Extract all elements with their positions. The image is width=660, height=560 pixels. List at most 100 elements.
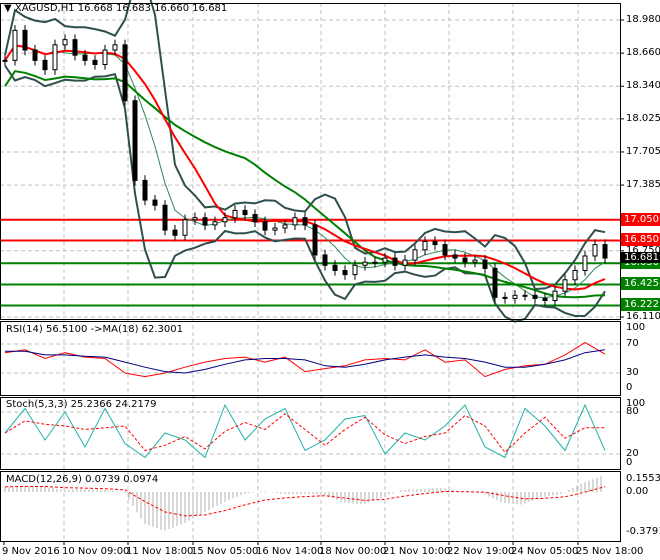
candle-body [582, 255, 588, 271]
candle-body [552, 290, 558, 301]
candle-body [272, 227, 278, 231]
time-axis-label: 10 Nov 09:00 [62, 546, 130, 557]
candle-body [522, 294, 528, 297]
candle-body [592, 244, 598, 257]
rsi-title: RSI(14) 56.5100 ->MA(18) 62.3001 [6, 324, 183, 335]
candle-body [422, 240, 428, 251]
time-axis-label: 18 Nov 00:00 [319, 546, 387, 557]
candle-body [532, 294, 538, 299]
candle-body [232, 209, 238, 219]
candle-body [402, 259, 408, 266]
candle-body [182, 219, 188, 236]
candle-body [482, 259, 488, 269]
stoch-title: Stoch(5,3,3) 25.2366 24.2179 [6, 399, 157, 410]
price-axis-label: 18.980 [626, 14, 660, 25]
candle-body [362, 261, 368, 266]
stoch-main-line [4, 403, 606, 459]
candle-body [432, 240, 438, 246]
candle-body [252, 214, 258, 223]
candle-body [382, 257, 388, 263]
candle-body [322, 254, 328, 266]
macd-axis-label: 0.1553 [626, 473, 660, 484]
time-axis-label: 24 Nov 05:00 [511, 546, 579, 557]
level-price-tag: 16.425 [621, 277, 660, 291]
candle-body [302, 217, 308, 226]
candle-body [192, 217, 198, 221]
rsi-ma-line [5, 349, 606, 374]
candle-body [42, 59, 48, 71]
current-price-tag: 16.681 [621, 251, 660, 263]
candle-body [502, 296, 508, 299]
candle-body [542, 297, 548, 301]
candle-body [462, 257, 468, 263]
candle-body [512, 294, 518, 299]
level-price-tag: 16.850 [621, 233, 660, 247]
collapse-triangle-icon[interactable]: ▼ [4, 3, 12, 14]
bollinger-upper [4, 0, 606, 291]
candle-body [92, 59, 98, 66]
candle-body [312, 224, 318, 256]
stoch-axis-label: 0 [626, 457, 633, 468]
candle-body [142, 179, 148, 201]
candle-body [332, 264, 338, 271]
candle-body [132, 100, 138, 181]
candle-body [282, 224, 288, 229]
candle-body [442, 244, 448, 256]
candle-body [162, 204, 168, 231]
level-price-tag: 17.050 [621, 212, 660, 226]
candle-body [352, 264, 358, 276]
symbol-label: XAGUSD,H1 [14, 3, 75, 14]
level-price-tag: 16.222 [621, 298, 660, 312]
macd-title: MACD(12,26,9) 0.0739 0.0974 [6, 474, 159, 485]
candle-body [562, 279, 568, 292]
candle-body [572, 269, 578, 281]
candle-body [62, 39, 68, 46]
time-axis-label: 9 Nov 2016 [2, 546, 60, 557]
candle-body [242, 209, 248, 216]
candle-body [292, 217, 298, 226]
candle-body [102, 49, 108, 66]
rsi-axis-label: 100 [626, 322, 646, 333]
price-axis-label: 18.340 [626, 80, 660, 92]
time-axis-label: 15 Nov 05:00 [191, 546, 259, 557]
ma-fast-red [4, 44, 606, 291]
candle-body [122, 44, 128, 102]
price-axis-label: 17.385 [626, 179, 660, 191]
candle-body [392, 257, 398, 266]
ohlc-values: 16.668 16.683 16.660 16.681 [77, 3, 228, 14]
candle-body [412, 249, 418, 261]
candle-body [2, 59, 8, 62]
rsi-axis-label: 0 [626, 382, 633, 393]
candle-body [212, 221, 218, 226]
candle-body [52, 44, 58, 71]
chart-window[interactable]: ▼ XAGUSD,H1 16.668 16.683 16.660 16.681 … [0, 0, 660, 560]
rsi-axis-label: 70 [626, 338, 639, 349]
candle-body [82, 54, 88, 61]
candle-body [472, 259, 478, 263]
time-axis-label: 25 Nov 18:00 [576, 546, 644, 557]
candle-body [262, 221, 268, 231]
candle-body [152, 199, 158, 206]
time-axis-label: 16 Nov 14:00 [256, 546, 324, 557]
candle-body [172, 229, 178, 236]
price-axis-label: 16.110 [626, 311, 660, 323]
candle-body [492, 267, 498, 298]
time-axis-label: 21 Nov 10:00 [383, 546, 451, 557]
candle-body [32, 49, 38, 61]
candle-body [452, 254, 458, 259]
candle-body [22, 29, 28, 51]
chart-title: ▼ XAGUSD,H1 16.668 16.683 16.660 16.681 [4, 3, 227, 14]
candle-body [12, 29, 18, 61]
macd-axis-label: 0.00 [626, 486, 649, 497]
candle-body [602, 244, 608, 259]
bollinger-middle [4, 44, 606, 299]
stoch-axis-label: 80 [626, 406, 639, 417]
price-axis-label: 18.660 [626, 47, 660, 59]
candle-body [202, 217, 208, 226]
time-axis-label: 11 Nov 18:00 [126, 546, 194, 557]
price-axis-label: 17.705 [626, 145, 660, 157]
candle-body [342, 269, 348, 276]
candle-body [222, 217, 228, 223]
price-axis-label: 18.025 [626, 112, 660, 124]
rsi-axis-label: 30 [626, 367, 639, 378]
